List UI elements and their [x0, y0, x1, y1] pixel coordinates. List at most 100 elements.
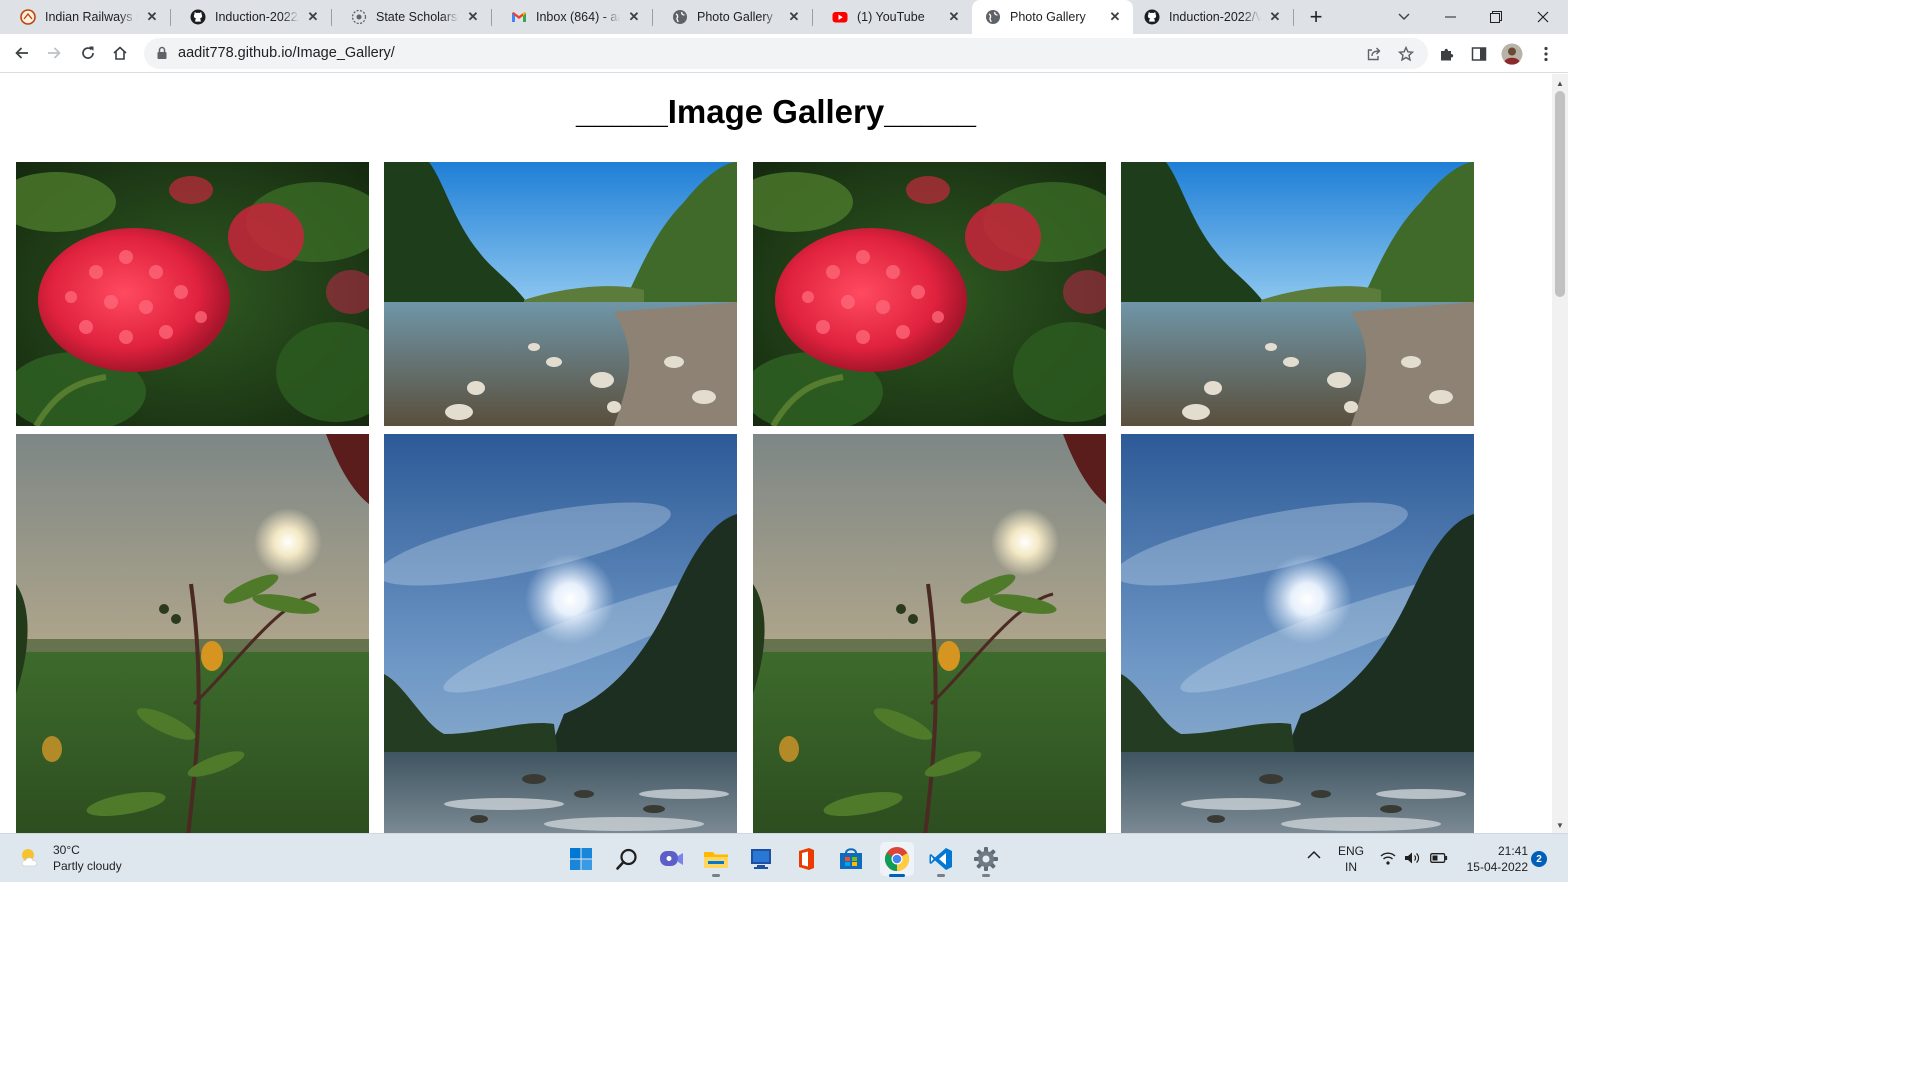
scroll-up-arrow-icon[interactable]: ▲	[1552, 76, 1568, 90]
globe-icon	[672, 9, 688, 25]
star-icon	[1398, 46, 1414, 62]
gallery-image-plant-sunset[interactable]	[753, 434, 1106, 833]
close-icon	[1537, 11, 1549, 23]
address-bar[interactable]: aadit778.github.io/Image_Gallery/	[144, 38, 1428, 69]
clock-date: 15-04-2022	[1466, 860, 1528, 874]
file-explorer-icon	[704, 852, 728, 868]
home-button[interactable]	[106, 39, 134, 67]
battery-icon[interactable]	[1430, 852, 1448, 867]
back-button[interactable]	[8, 39, 36, 67]
github-icon	[1144, 9, 1160, 25]
tab-close-icon[interactable]: ✕	[465, 9, 481, 25]
puzzle-icon	[1441, 48, 1454, 61]
taskbar-vscode[interactable]	[924, 842, 958, 877]
taskbar-settings[interactable]	[969, 842, 1003, 877]
minimize-button[interactable]	[1427, 0, 1473, 34]
forward-button[interactable]	[40, 39, 68, 67]
tab-title: Photo Gallery	[1010, 10, 1086, 24]
tab-title: Induction-2022/V	[1169, 10, 1261, 24]
tab-close-icon[interactable]: ✕	[786, 9, 802, 25]
page-scrollbar-thumb[interactable]	[1552, 88, 1568, 300]
tab-state-scholarship[interactable]: State Scholarship ✕	[331, 0, 491, 34]
notification-badge[interactable]: 2	[1531, 851, 1547, 867]
lock-icon[interactable]	[156, 46, 168, 65]
reload-button[interactable]	[74, 39, 102, 67]
taskbar-microsoft-store[interactable]	[834, 842, 868, 876]
page-title: _____Image Gallery_____	[576, 93, 976, 130]
bookmark-button[interactable]	[1396, 44, 1416, 64]
arrow-left-icon	[15, 47, 28, 59]
minimize-icon	[1444, 16, 1456, 18]
tab-photo-gallery-active[interactable]: Photo Gallery ✕	[972, 0, 1133, 34]
language-indicator[interactable]: ENG IN	[1338, 843, 1364, 875]
gmail-icon	[511, 9, 527, 25]
profile-avatar[interactable]	[1501, 43, 1523, 65]
browser-menu-button[interactable]	[1535, 43, 1557, 65]
tab-title: (1) YouTube	[857, 10, 925, 24]
tab-close-icon[interactable]: ✕	[626, 9, 642, 25]
browser-toolbar: aadit778.github.io/Image_Gallery/	[0, 34, 1568, 73]
arrow-right-icon	[48, 47, 61, 59]
taskbar-monitor-app[interactable]	[744, 842, 778, 876]
close-window-button[interactable]	[1520, 0, 1566, 34]
gallery-image-river-rocks[interactable]	[384, 162, 737, 426]
tray-overflow-chevron-icon[interactable]	[1307, 849, 1321, 863]
clock-time: 21:41	[1497, 844, 1528, 858]
gallery-image-flowers[interactable]	[753, 162, 1106, 426]
monitor-app-icon	[751, 849, 771, 869]
start-button[interactable]	[564, 842, 598, 876]
taskbar-search-button[interactable]	[610, 842, 644, 876]
microsoft-store-icon	[840, 848, 862, 869]
railways-logo-icon	[20, 9, 36, 25]
tab-close-icon[interactable]: ✕	[946, 9, 962, 25]
tab-indian-railways[interactable]: Indian Railways M ✕	[0, 0, 170, 34]
volume-icon[interactable]	[1404, 851, 1420, 868]
restore-button[interactable]	[1473, 0, 1519, 34]
avatar-icon	[1501, 43, 1523, 65]
tab-gmail-inbox[interactable]: Inbox (864) - aad ✕	[491, 0, 652, 34]
taskbar-chrome[interactable]	[880, 842, 914, 877]
home-icon	[113, 46, 127, 60]
github-icon	[190, 9, 206, 25]
tab-search-button[interactable]	[1381, 0, 1427, 34]
taskbar-file-explorer[interactable]	[699, 842, 733, 877]
tab-github-induction-v[interactable]: Induction-2022/V ✕	[1133, 0, 1293, 34]
gallery-image-river-rocks[interactable]	[1121, 162, 1474, 426]
tab-close-icon[interactable]: ✕	[144, 9, 160, 25]
tab-github-induction[interactable]: Induction-2022/s ✕	[170, 0, 331, 34]
side-panel-button[interactable]	[1468, 43, 1490, 65]
tab-title: State Scholarship	[376, 10, 459, 24]
restore-icon	[1490, 11, 1502, 23]
tab-close-icon[interactable]: ✕	[305, 9, 321, 25]
gallery-image-sun-forest-river[interactable]	[384, 434, 737, 833]
tab-title: Induction-2022/s	[215, 10, 299, 24]
wifi-icon[interactable]	[1380, 851, 1396, 868]
side-panel-icon	[1471, 47, 1487, 61]
office-icon	[799, 848, 814, 870]
running-indicator	[937, 874, 945, 877]
gallery-image-sun-forest-river[interactable]	[1121, 434, 1474, 833]
new-tab-button[interactable]: +	[1304, 4, 1328, 29]
share-button[interactable]	[1364, 44, 1384, 64]
weather-widget[interactable]: 30°C Partly cloudy	[18, 842, 122, 874]
globe-icon	[985, 9, 1001, 25]
taskbar-office[interactable]	[789, 842, 823, 876]
taskbar-chat-button[interactable]	[654, 842, 688, 876]
gallery-image-flowers[interactable]	[16, 162, 369, 426]
weather-temperature: 30°C	[53, 843, 80, 857]
tab-photo-gallery[interactable]: Photo Gallery ✕	[652, 0, 812, 34]
taskbar-clock[interactable]: 21:41 15-04-2022	[1460, 843, 1528, 875]
reload-icon	[82, 46, 94, 59]
gallery-image-plant-sunset[interactable]	[16, 434, 369, 833]
kebab-menu-icon	[1544, 46, 1548, 62]
url-text[interactable]: aadit778.github.io/Image_Gallery/	[178, 45, 395, 61]
browser-tab-strip: Indian Railways M ✕ Induction-2022/s ✕ S…	[0, 0, 1568, 34]
extensions-button[interactable]	[1436, 43, 1458, 65]
tab-close-icon[interactable]: ✕	[1107, 9, 1123, 25]
language-code: ENG	[1338, 844, 1365, 858]
scroll-down-arrow-icon[interactable]: ▼	[1552, 818, 1568, 832]
tab-close-icon[interactable]: ✕	[1267, 9, 1283, 25]
settings-icon	[974, 847, 998, 871]
tab-youtube[interactable]: (1) YouTube ✕	[812, 0, 972, 34]
running-indicator	[889, 874, 905, 877]
